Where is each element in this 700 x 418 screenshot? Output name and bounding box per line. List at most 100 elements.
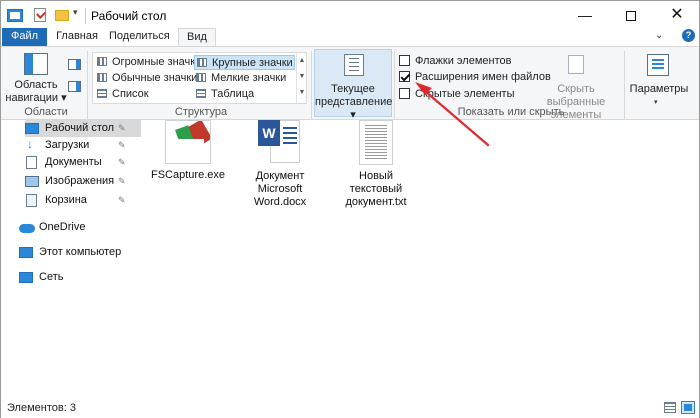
layout-item-label: Список [112, 88, 149, 100]
ribbon-expand-icon[interactable]: ⌄ [655, 30, 663, 41]
status-bar: Элементов: 3 [1, 398, 699, 418]
layout-item-label: Крупные значки [212, 57, 293, 69]
nav-item-label: Загрузки [45, 139, 90, 151]
layout-item-label: Огромные значки [112, 56, 202, 68]
navigation-pane-button[interactable]: Область навигации ▾ [5, 79, 67, 105]
fscapture-app-icon [165, 120, 211, 164]
pin-icon[interactable]: ✎ [118, 137, 126, 154]
details-view-toggle-icon[interactable] [664, 402, 676, 413]
gallery-up-icon[interactable]: ▲ [297, 53, 307, 69]
current-view-label-line1: Текущее [331, 83, 375, 95]
new-folder-quick-access-icon[interactable] [55, 10, 69, 21]
current-view-button[interactable]: Текущее представление ▾ [314, 49, 392, 121]
nav-item-label: Изображения [45, 175, 115, 187]
tab-view[interactable]: Вид [178, 28, 216, 47]
file-item[interactable]: Новый текстовый документ.txt [332, 120, 420, 209]
nav-item-desktop[interactable]: Рабочий стол ✎ [25, 120, 141, 137]
this-pc-icon [19, 247, 33, 258]
word-document-icon: W [258, 120, 302, 165]
properties-quick-access-icon[interactable] [34, 8, 46, 22]
small-icons-icon [196, 73, 206, 82]
nav-item-label: OneDrive [39, 221, 86, 233]
pin-icon[interactable]: ✎ [118, 173, 126, 190]
group-separator [311, 51, 312, 119]
medium-icons-icon [97, 73, 107, 82]
layout-list[interactable]: Список [97, 87, 149, 102]
content-scroll-area[interactable] [687, 120, 699, 398]
pin-icon[interactable]: ✎ [118, 120, 126, 137]
extra-large-icons-icon [97, 57, 107, 66]
nav-item-label: Этот компьютер [39, 246, 122, 258]
details-pane-icon[interactable] [68, 81, 81, 92]
maximize-button[interactable] [608, 1, 654, 31]
downloads-icon [25, 136, 39, 153]
ribbon-view: Область навигации ▾ Области Огромные зна… [1, 46, 699, 121]
gallery-more-icon[interactable]: ▼ [297, 85, 307, 101]
item-checkboxes-toggle[interactable]: Флажки элементов [399, 54, 511, 68]
text-document-icon [359, 120, 393, 165]
desktop-icon [25, 123, 39, 134]
file-extensions-toggle[interactable]: Расширения имен файлов [399, 70, 551, 84]
hidden-items-checkbox[interactable] [399, 88, 410, 99]
navigation-pane: Рабочий стол ✎ Загрузки ✎ Документы ✎ Из… [1, 120, 141, 398]
title-bar: ▾ Рабочий стол — ✕ [1, 1, 699, 31]
help-icon[interactable]: ? [682, 29, 695, 42]
layout-medium-icons[interactable]: Обычные значки [97, 71, 197, 86]
minimize-button[interactable]: — [562, 1, 608, 31]
nav-item-label: Корзина [45, 194, 87, 206]
close-button[interactable]: ✕ [654, 1, 700, 31]
options-button[interactable]: Параметры [628, 83, 690, 95]
tab-file[interactable]: Файл [2, 28, 47, 46]
window-title: Рабочий стол [91, 9, 167, 23]
options-caret-icon[interactable]: ▾ [654, 98, 658, 106]
recycle-bin-icon [26, 194, 37, 207]
preview-pane-icon[interactable] [68, 59, 81, 70]
navigation-pane-icon[interactable] [24, 53, 48, 75]
checkbox-label: Флажки элементов [415, 55, 512, 67]
layout-small-icons[interactable]: Мелкие значки [196, 71, 286, 86]
layout-large-icons[interactable]: Крупные значки [194, 55, 295, 70]
large-icons-icon [197, 58, 207, 67]
gallery-down-icon[interactable]: ▼ [297, 69, 307, 85]
file-extensions-checkbox[interactable] [399, 71, 410, 82]
layout-details[interactable]: Таблица [196, 87, 254, 102]
group-separator [87, 51, 88, 119]
current-view-label-line2: представление ▾ [315, 96, 393, 121]
navigation-pane-label-line2: навигации ▾ [5, 92, 67, 104]
explorer-window: ▾ Рабочий стол — ✕ Файл Главная Поделить… [0, 0, 700, 418]
group-separator [394, 51, 395, 119]
file-item[interactable]: FSCapture.exe [144, 120, 232, 182]
documents-icon [26, 156, 37, 169]
tab-home[interactable]: Главная [53, 28, 101, 46]
network-icon [19, 272, 33, 283]
large-icons-view-toggle-icon[interactable] [681, 401, 695, 414]
pin-icon[interactable]: ✎ [118, 154, 126, 171]
options-icon[interactable] [647, 54, 669, 76]
item-checkboxes-checkbox[interactable] [399, 55, 410, 66]
file-name: Документ Microsoft Word.docx [253, 170, 307, 208]
layout-item-label: Мелкие значки [211, 72, 287, 84]
tab-share[interactable]: Поделиться [109, 28, 170, 46]
title-separator [85, 8, 86, 24]
file-item[interactable]: W Документ Microsoft Word.docx [236, 120, 324, 209]
group-label-layout: Структура [174, 106, 228, 118]
nav-item-label: Документы [45, 156, 102, 168]
group-separator [624, 51, 625, 119]
maximize-icon [626, 11, 636, 22]
current-view-label: Текущее представление ▾ [315, 83, 393, 122]
layout-extra-large-icons[interactable]: Огромные значки [97, 55, 201, 70]
navigation-pane-label-line1: Область [14, 79, 58, 91]
pictures-icon [25, 176, 39, 187]
hidden-items-toggle[interactable]: Скрытые элементы [399, 87, 515, 101]
file-name: FSCapture.exe [151, 169, 225, 181]
layout-item-label: Обычные значки [112, 72, 198, 84]
layout-gallery-scroll[interactable]: ▲ ▼ ▼ [296, 53, 307, 103]
customize-quick-access-icon[interactable]: ▾ [73, 7, 78, 18]
pin-icon[interactable]: ✎ [118, 192, 126, 209]
group-label-show-hide: Показать или скрыть [457, 106, 565, 118]
nav-item-label: Сеть [39, 271, 64, 283]
current-view-icon [344, 54, 364, 76]
hide-selected-icon [568, 55, 584, 74]
explorer-app-icon[interactable] [7, 9, 23, 22]
checkbox-label: Расширения имен файлов [415, 71, 551, 83]
